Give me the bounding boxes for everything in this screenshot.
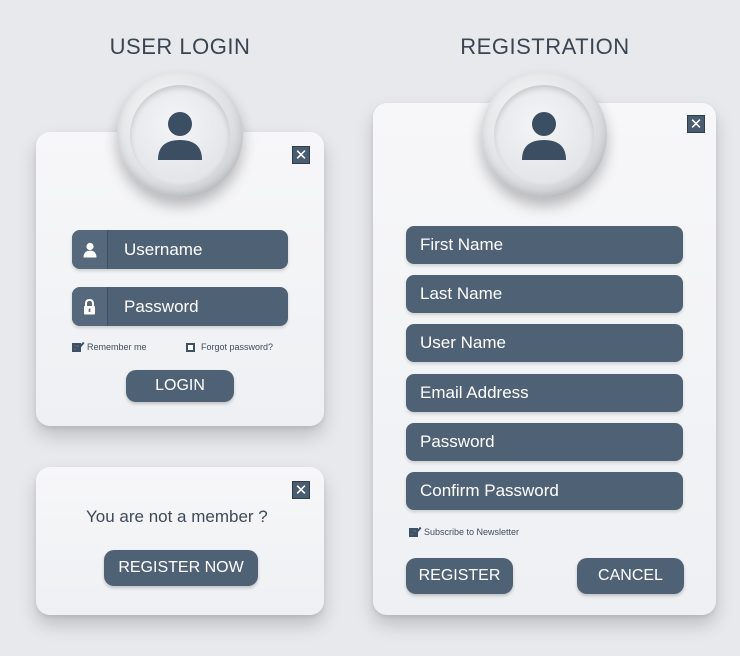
email-address-placeholder: Email Address <box>420 383 529 402</box>
register-now-button[interactable]: REGISTER NOW <box>104 550 258 586</box>
member-card: ✕ You are not a member ? REGISTER NOW <box>36 467 324 615</box>
confirm-password-placeholder: Confirm Password <box>420 481 559 500</box>
remember-me-checkbox[interactable] <box>72 342 81 352</box>
member-close-button[interactable]: ✕ <box>292 481 310 499</box>
password-field[interactable]: Password <box>72 287 288 326</box>
forgot-password-label: Forgot password? <box>201 342 274 352</box>
confirm-password-field[interactable]: Confirm Password <box>406 472 683 510</box>
email-address-field[interactable]: Email Address <box>406 374 683 412</box>
registration-avatar <box>481 72 607 198</box>
remember-me-option[interactable]: Remember me <box>72 342 147 352</box>
register-button[interactable]: REGISTER <box>406 558 513 594</box>
user-icon <box>158 112 202 160</box>
login-avatar <box>117 72 243 198</box>
lock-icon <box>72 287 108 326</box>
subscribe-newsletter-option[interactable]: Subscribe to Newsletter <box>409 527 519 537</box>
registration-password-field[interactable]: Password <box>406 423 683 461</box>
forgot-password-option[interactable]: Forgot password? <box>186 342 273 352</box>
login-close-button[interactable]: ✕ <box>292 146 310 164</box>
user-name-placeholder: User Name <box>420 333 506 352</box>
username-placeholder: Username <box>124 239 203 259</box>
first-name-placeholder: First Name <box>420 235 504 254</box>
user-icon <box>522 112 566 160</box>
cancel-button[interactable]: CANCEL <box>577 558 684 594</box>
last-name-placeholder: Last Name <box>420 284 503 303</box>
registration-heading: REGISTRATION <box>460 34 630 59</box>
user-login-heading: USER LOGIN <box>109 34 251 59</box>
last-name-field[interactable]: Last Name <box>406 275 683 313</box>
username-field[interactable]: Username <box>72 230 288 269</box>
password-placeholder: Password <box>124 296 199 316</box>
registration-password-placeholder: Password <box>420 432 495 451</box>
first-name-field[interactable]: First Name <box>406 226 683 264</box>
user-name-field[interactable]: User Name <box>406 324 683 362</box>
subscribe-newsletter-label: Subscribe to Newsletter <box>424 527 520 537</box>
user-field-icon <box>72 230 108 269</box>
subscribe-newsletter-checkbox[interactable] <box>409 527 418 537</box>
not-member-prompt: You are not a member ? <box>86 507 268 526</box>
login-button[interactable]: LOGIN <box>126 370 234 402</box>
forgot-password-checkbox[interactable] <box>186 342 195 352</box>
remember-me-label: Remember me <box>87 342 147 352</box>
registration-close-button[interactable]: ✕ <box>687 115 705 133</box>
